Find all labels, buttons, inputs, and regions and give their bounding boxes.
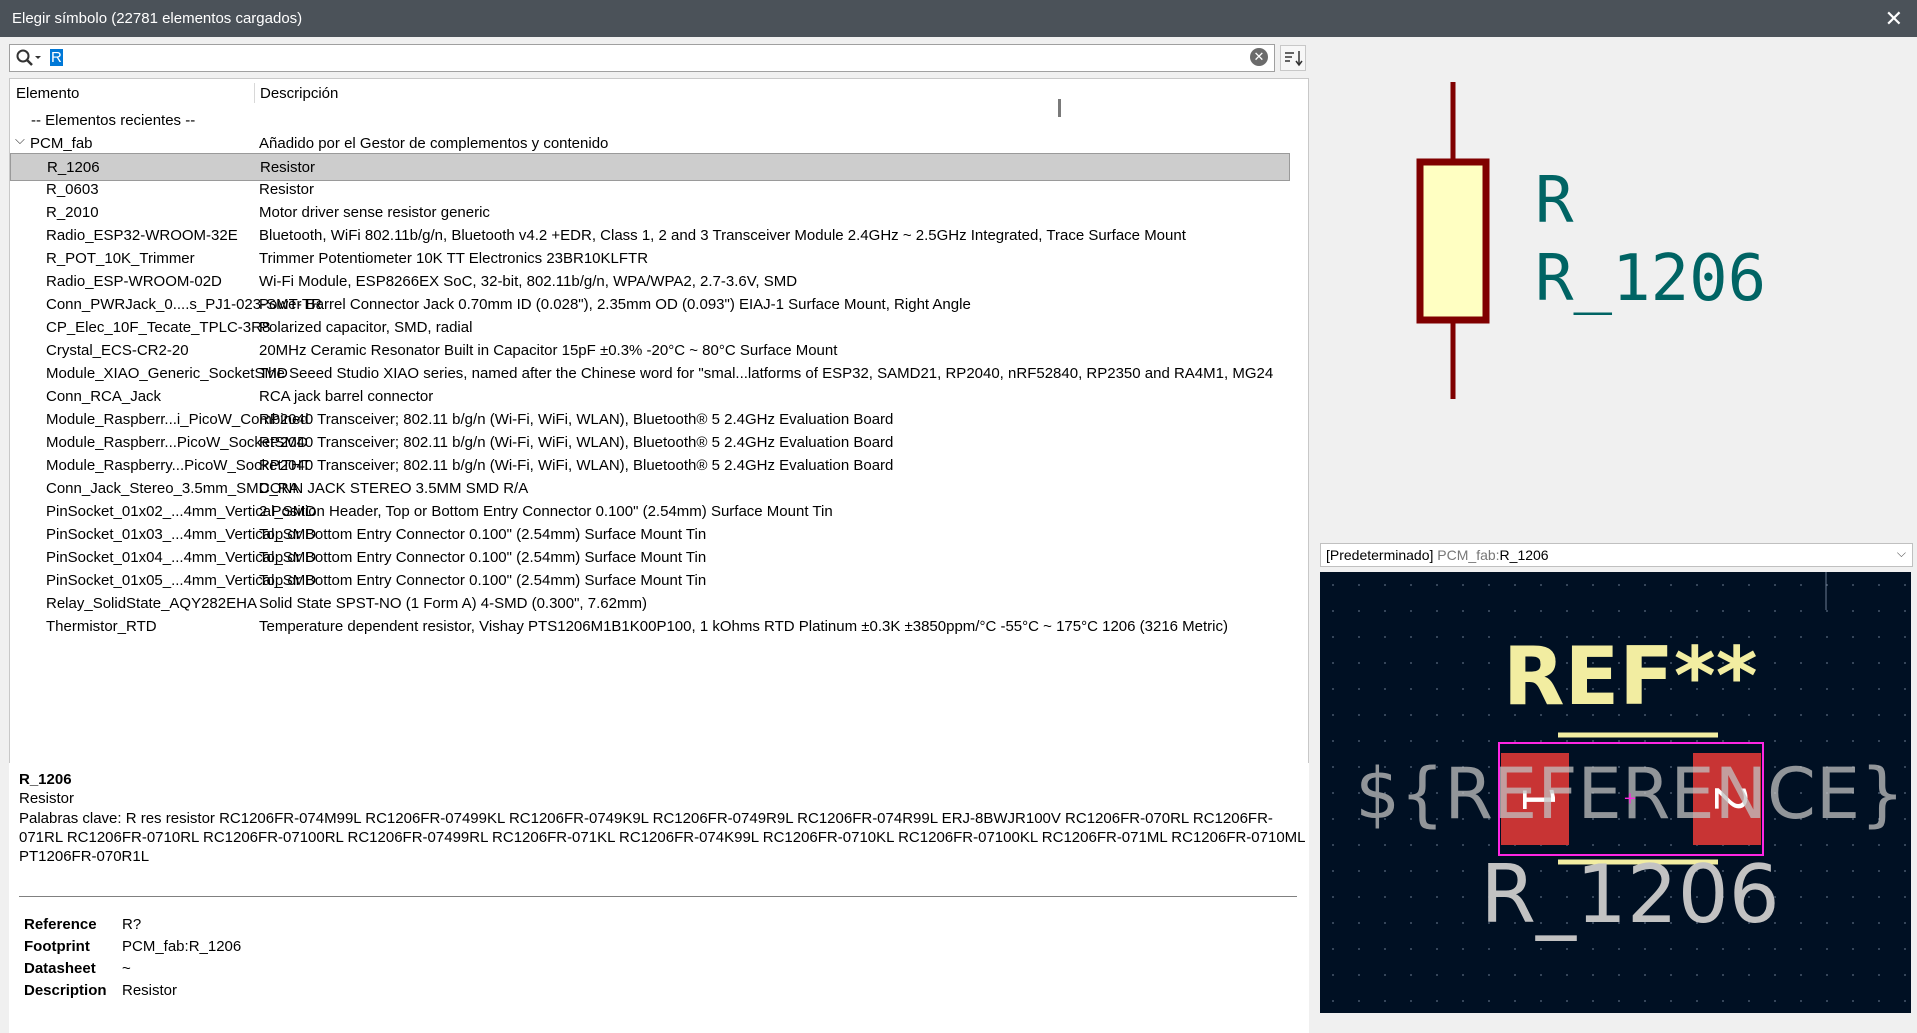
footprint-name: R_1206 [1499,547,1549,563]
title-bar: Elegir símbolo (22781 elementos cargados… [0,0,1917,37]
symbol-name: Crystal_ECS-CR2-20 [46,342,189,359]
symbol-name: R_POT_10K_Trimmer [46,250,195,267]
tree-header: Elemento Descripción [10,79,1290,107]
symbol-name: Thermistor_RTD [46,618,157,635]
close-icon[interactable]: ✕ [1885,6,1903,32]
details-keywords: Palabras clave: R res resistor RC1206FR-… [19,810,1305,865]
symbol-name: R_2010 [46,204,99,221]
footprint-select-value: [Predeterminado] PCM_fab:R_1206 [1326,547,1549,563]
svg-text:+: + [1623,789,1636,808]
column-divider[interactable] [254,83,255,103]
symbol-description: Polarized capacitor, SMD, radial [259,319,473,336]
symbol-description: Resistor [260,159,316,176]
window-title: Elegir símbolo (22781 elementos cargados… [12,10,303,27]
symbol-description: Resistor [259,181,315,198]
scrollbar-thumb[interactable] [1058,99,1061,117]
symbol-preview: R R_1206 [1320,37,1917,542]
library-name: PCM_fab [30,135,93,152]
symbol-row[interactable]: Thermistor_RTD Temperature dependent resi… [10,613,1290,641]
footprint-value: R_1206 [1480,848,1779,941]
field-datasheet: Datasheet ~ [24,960,131,977]
column-header-description[interactable]: Descripción [260,85,338,102]
field-label: Footprint [24,938,90,955]
field-reference: Reference R? [24,916,141,933]
symbol-description: Solid State SPST-NO (1 Form A) 4-SMD (0.… [259,595,647,612]
symbol-description: CONN JACK STEREO 3.5MM SMD R/A [259,480,529,497]
symbol-tree[interactable]: Elemento Descripción -- Elementos recien… [9,78,1309,796]
field-value: Resistor [122,982,178,999]
recent-items-label: -- Elementos recientes -- [31,112,196,129]
footprint-preview: REF** 1 2 ${REFERENCE} + R_1206 [1320,572,1911,1013]
sort-icon[interactable] [1280,45,1306,71]
chevron-down-icon[interactable]: ⌵ [15,132,25,148]
symbol-description: Trimmer Potentiometer 10K TT Electronics… [259,250,649,267]
field-label: Description [24,982,107,999]
details-name: R_1206 [19,771,72,788]
search-value: R [50,49,63,66]
search-icon[interactable] [14,46,44,70]
resistor-body-icon [1416,158,1490,324]
symbol-name: R_0603 [46,181,99,198]
symbol-name: Relay_SolidState_AQY282EHA [46,595,257,612]
symbol-description: Bluetooth, WiFi 802.11b/g/n, Bluetooth v… [259,227,1186,244]
library-description: Añadido por el Gestor de complementos y … [259,135,609,152]
symbol-description: Temperature dependent resistor, Vishay P… [259,618,1228,635]
field-description: Description Resistor [24,982,177,999]
divider [19,896,1297,897]
symbol-description: Top or Bottom Entry Connector 0.100" (2.… [259,572,707,589]
footprint-select[interactable]: [Predeterminado] PCM_fab:R_1206 ⌵ [1320,543,1913,567]
symbol-description: The Seeed Studio XIAO series, named afte… [259,365,1274,382]
field-value: R? [122,916,142,933]
clear-search-icon[interactable]: ✕ [1250,48,1268,66]
chevron-down-icon[interactable]: ⌵ [1897,546,1906,561]
footprint-lib: PCM_fab: [1437,547,1500,563]
symbol-browser-pane: R ✕ Elemento Descripción -- Elementos re… [0,37,1320,1033]
symbol-ref: R [1535,164,1574,238]
symbol-value: R_1206 [1535,242,1766,316]
symbol-name: Radio_ESP-WROOM-02D [46,273,222,290]
details-description: Resistor [19,790,75,807]
symbol-name: Radio_ESP32-WROOM-32E [46,227,238,244]
field-label: Reference [24,916,97,933]
symbol-description: RP2040 Transceiver; 802.11 b/g/n (Wi-Fi,… [259,457,894,474]
footprint-ref: REF** [1503,630,1758,723]
preview-pane: R R_1206 [Predeterminado] PCM_fab:R_1206… [1320,37,1917,1013]
symbol-name: CP_Elec_10F_Tecate_TPLC-3R8 [46,319,271,336]
symbol-description: RP2040 Transceiver; 802.11 b/g/n (Wi-Fi,… [259,434,894,451]
field-footprint: Footprint PCM_fab:R_1206 [24,938,241,955]
field-label: Datasheet [24,960,96,977]
symbol-description: 20MHz Ceramic Resonator Built in Capacit… [259,342,838,359]
search-input[interactable]: R ✕ [9,44,1275,72]
field-value: PCM_fab:R_1206 [122,938,242,955]
symbol-details: R_1206 Resistor Palabras clave: R res re… [9,763,1309,1033]
symbol-description: Wi-Fi Module, ESP8266EX SoC, 32-bit, 802… [259,273,798,290]
symbol-description: Top or Bottom Entry Connector 0.100" (2.… [259,526,707,543]
symbol-description: Power Barrel Connector Jack 0.70mm ID (0… [259,296,971,313]
symbol-description: RP2040 Transceiver; 802.11 b/g/n (Wi-Fi,… [259,411,894,428]
column-header-element[interactable]: Elemento [16,85,79,102]
footprint-variant: [Predeterminado] [1326,547,1434,563]
symbol-name: Conn_RCA_Jack [46,388,162,405]
field-value: ~ [122,960,131,977]
symbol-description: Motor driver sense resistor generic [259,204,490,221]
symbol-description: Top or Bottom Entry Connector 0.100" (2.… [259,549,707,566]
symbol-name: R_1206 [47,159,100,176]
symbol-description: 2 Position Header, Top or Bottom Entry C… [259,503,833,520]
symbol-description: RCA jack barrel connector [259,388,434,405]
symbol-name: Module_XIAO_Generic_SocketSMD [46,365,288,382]
